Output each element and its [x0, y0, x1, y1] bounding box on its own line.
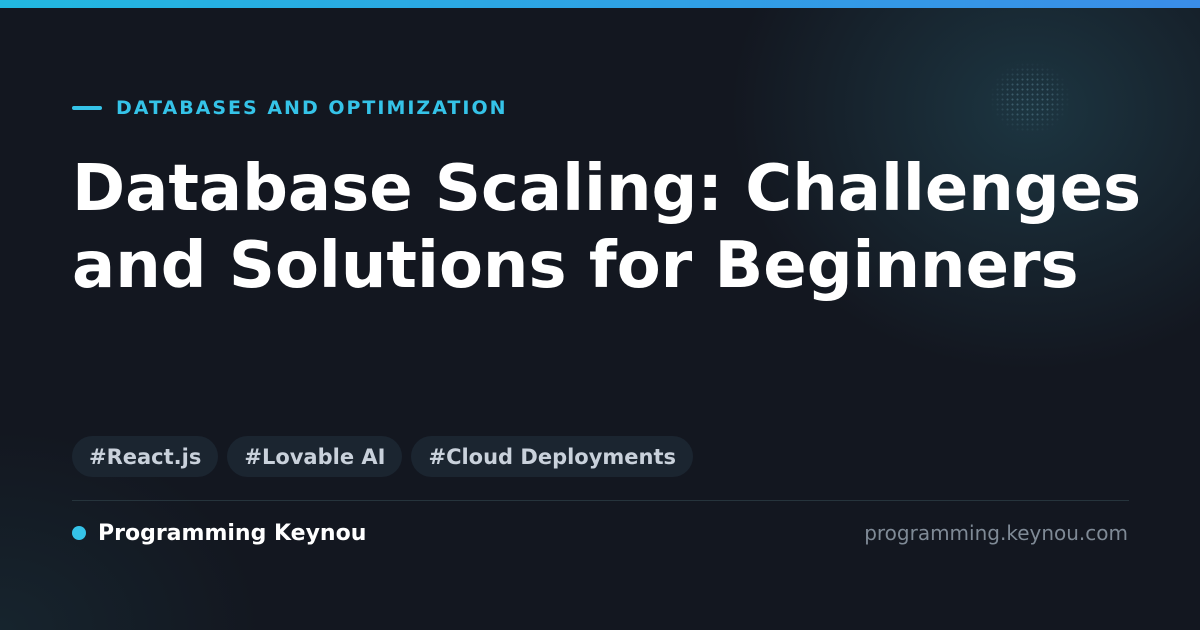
tag-pill: #Lovable AI	[227, 436, 403, 477]
tag-pill: #React.js	[72, 436, 219, 477]
top-accent-bar	[0, 0, 1200, 8]
category-label: DATABASES AND OPTIMIZATION	[72, 96, 508, 120]
tag-pill: #Cloud Deployments	[411, 436, 694, 477]
dot-pattern-decoration	[990, 62, 1070, 134]
site-url: programming.keynou.com	[864, 521, 1128, 545]
brand-name: Programming Keynou	[98, 520, 367, 546]
footer-divider	[72, 500, 1129, 501]
category-text: DATABASES AND OPTIMIZATION	[116, 97, 508, 119]
category-dash-icon	[72, 106, 102, 110]
brand-dot-icon	[72, 526, 86, 540]
brand: Programming Keynou	[72, 518, 366, 548]
tag-list: #React.js #Lovable AI #Cloud Deployments	[72, 436, 694, 477]
og-card: DATABASES AND OPTIMIZATION Database Scal…	[0, 0, 1200, 630]
article-title: Database Scaling: Challenges and Solutio…	[72, 152, 1142, 303]
